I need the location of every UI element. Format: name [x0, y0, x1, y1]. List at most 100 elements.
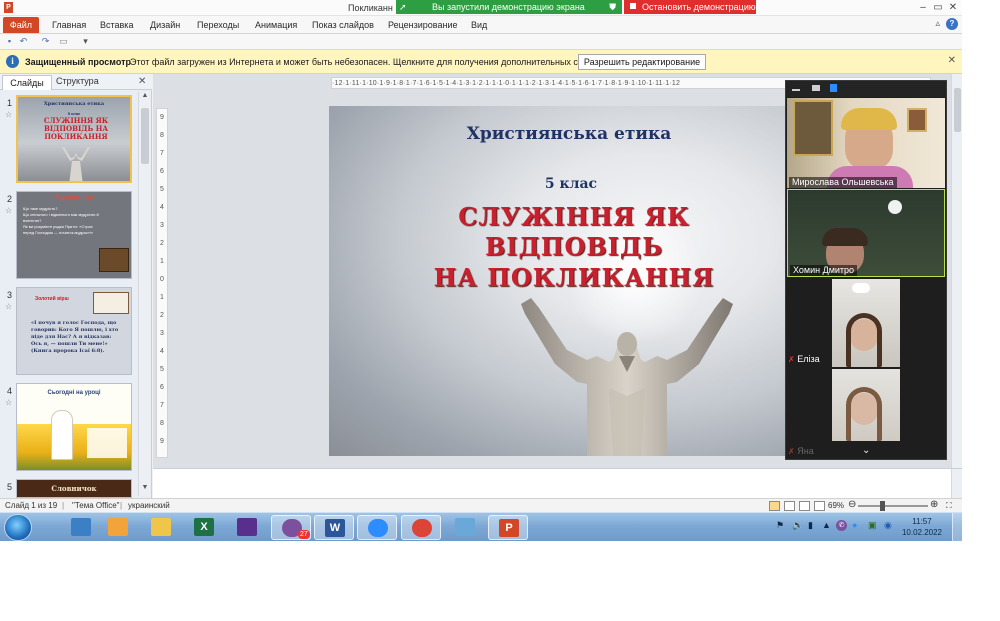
close-button[interactable]: ✕ [946, 1, 960, 14]
scroll-down-icon[interactable]: ▼ [140, 484, 150, 494]
ribbon-collapse-icon[interactable]: ▵ [935, 18, 940, 29]
taskbar-excel-button[interactable]: X [184, 515, 224, 540]
zoom-tray-icon[interactable]: ● [852, 520, 857, 530]
keyboard-icon[interactable]: ▣ [868, 520, 877, 531]
protected-view-title: Защищенный просмотр [25, 57, 131, 67]
taskbar-paint-button[interactable] [445, 515, 485, 540]
info-icon: i [6, 55, 19, 68]
customize-icon[interactable]: ▾ [80, 36, 91, 47]
start-button[interactable] [4, 514, 32, 541]
undo-icon[interactable]: ↶ [18, 36, 29, 47]
flag-icon[interactable]: ⚑ [776, 520, 784, 531]
slide-thumbnail-3[interactable]: Золотий вірш «І почув я голос Господа, щ… [16, 287, 132, 375]
ruler-tick-label: 7 [160, 402, 164, 409]
close-bar-icon[interactable]: ✕ [948, 55, 956, 66]
ruler-tick-label: 4 [160, 204, 164, 211]
language[interactable]: украинский [128, 501, 170, 510]
zoom-in-icon[interactable]: ⊕ [930, 499, 938, 510]
slide-counter: Слайд 1 из 19 [5, 501, 58, 510]
minimize-panel-icon[interactable] [792, 89, 800, 91]
show-desktop-button[interactable] [952, 513, 962, 541]
tab-insert[interactable]: Вставка [100, 20, 133, 30]
person-hair [822, 228, 868, 246]
ruler-tick-label: 5 [160, 366, 164, 373]
slide-thumbnail-2[interactable]: Я думаю так: Що таке мудрість? Що спільн… [16, 191, 132, 279]
zoom-slider[interactable] [858, 505, 928, 507]
tab-home[interactable]: Главная [52, 20, 86, 30]
taskbar-zoom-button[interactable] [357, 515, 397, 540]
single-view-icon[interactable] [812, 85, 820, 91]
help-icon[interactable]: ? [946, 18, 958, 30]
taskbar-viber-button[interactable]: 27 [271, 515, 311, 540]
theme-name[interactable]: "Тема Office" [72, 501, 120, 510]
enable-editing-button[interactable]: Разрешить редактирование [578, 54, 706, 70]
taskbar-save-app-button[interactable] [227, 515, 267, 540]
scroll-thumb[interactable] [141, 108, 149, 164]
gallery-view-icon[interactable] [830, 84, 837, 92]
normal-view-icon[interactable] [769, 501, 780, 511]
save-icon[interactable]: ▪ [4, 36, 15, 47]
tab-design[interactable]: Дизайн [150, 20, 180, 30]
video-participants-panel: Мирослава Ольшевська Хомин Дмитро ✗ Еліз… [785, 80, 947, 460]
stop-share-label: Остановить демонстрацию [642, 2, 756, 12]
battery-icon[interactable]: ▮ [808, 520, 813, 531]
taskbar-chrome-button[interactable] [401, 515, 441, 540]
participant-video-tile[interactable] [832, 279, 900, 367]
zoom-level[interactable]: 69% [828, 501, 844, 510]
taskbar-folder-button[interactable] [141, 515, 181, 540]
network-icon[interactable]: ▲ [822, 520, 831, 530]
fit-slide-icon[interactable]: ⛶ [946, 501, 952, 511]
slide-sorter-icon[interactable] [784, 501, 795, 511]
slideshow-icon[interactable]: ▭ [58, 36, 69, 47]
chevron-down-icon[interactable]: ⌄ [862, 445, 870, 456]
taskbar-powerpoint-button[interactable]: P [488, 515, 528, 540]
slideshow-view-icon[interactable] [814, 501, 825, 511]
language-icon[interactable]: ◉ [884, 520, 892, 531]
tab-slides[interactable]: Слайды [2, 75, 52, 90]
vertical-ruler: 9 8 7 6 5 4 3 2 1 0 1 2 3 4 5 6 7 8 9 [156, 108, 168, 458]
slide-heading-line: НА ПОКЛИКАННЯ [433, 263, 715, 292]
tab-review[interactable]: Рецензирование [388, 20, 458, 30]
tab-file[interactable]: Файл [3, 17, 39, 33]
tab-slideshow[interactable]: Показ слайдов [312, 20, 374, 30]
tab-animation[interactable]: Анимация [255, 20, 297, 30]
scroll-up-icon[interactable]: ▲ [140, 92, 150, 102]
tab-view[interactable]: Вид [471, 20, 487, 30]
panel-header [786, 81, 946, 97]
taskbar-eye-app-button[interactable] [98, 515, 138, 540]
zoom-slider-knob[interactable] [880, 501, 885, 511]
tab-outline[interactable]: Структура [56, 76, 99, 86]
thumb-bullet: Що спільного і відмінного між мудрістю й… [23, 212, 99, 223]
maximize-button[interactable]: ▭ [931, 1, 945, 14]
reading-view-icon[interactable] [799, 501, 810, 511]
editor-scrollbar[interactable] [951, 74, 962, 468]
clock[interactable]: 11:57 10.02.2022 [900, 516, 944, 538]
notes-pane[interactable] [153, 468, 962, 499]
taskbar: X 27 W P ⚑ 🔈 ▮ ▲ ✆ ● ▣ ◉ 11:57 10.02.2022 [0, 512, 962, 541]
ruler-tick-label: 2 [160, 312, 164, 319]
slide-thumbnail-5[interactable]: Словничок [16, 479, 132, 498]
tab-transitions[interactable]: Переходы [197, 20, 239, 30]
participant-video-tile[interactable] [832, 369, 900, 441]
scroll-thumb[interactable] [954, 88, 961, 132]
viber-tray-icon[interactable]: ✆ [836, 520, 847, 531]
taskbar-file-manager-button[interactable] [61, 515, 101, 540]
participant-video-tile[interactable]: Мирослава Ольшевська [787, 98, 945, 188]
redo-icon[interactable]: ↷ [40, 36, 51, 47]
minimize-button[interactable]: – [916, 1, 930, 14]
powerpoint-logo-icon: P [4, 2, 13, 13]
save-app-icon [237, 518, 257, 536]
notes-scrollbar[interactable] [951, 469, 962, 499]
chrome-icon [412, 519, 432, 537]
close-panel-icon[interactable]: ✕ [138, 76, 146, 87]
ruler-tick-label: 3 [160, 222, 164, 229]
protected-view-message[interactable]: Этот файл загружен из Интернета и может … [130, 57, 615, 67]
slide-thumbnail-4[interactable]: Сьогодні на уроці [16, 383, 132, 471]
taskbar-word-button[interactable]: W [314, 515, 354, 540]
zoom-out-icon[interactable]: ⊖ [848, 499, 856, 510]
participant-video-tile[interactable]: Хомин Дмитро [787, 189, 945, 277]
stop-share-button[interactable]: Остановить демонстрацию [624, 0, 756, 14]
panel-scrollbar[interactable]: ▲ ▼ [138, 92, 150, 496]
volume-icon[interactable]: 🔈 [792, 520, 803, 531]
slide-thumbnail-1[interactable]: Християнська етика 5 клас СЛУЖІННЯ ЯК ВІ… [16, 95, 132, 183]
